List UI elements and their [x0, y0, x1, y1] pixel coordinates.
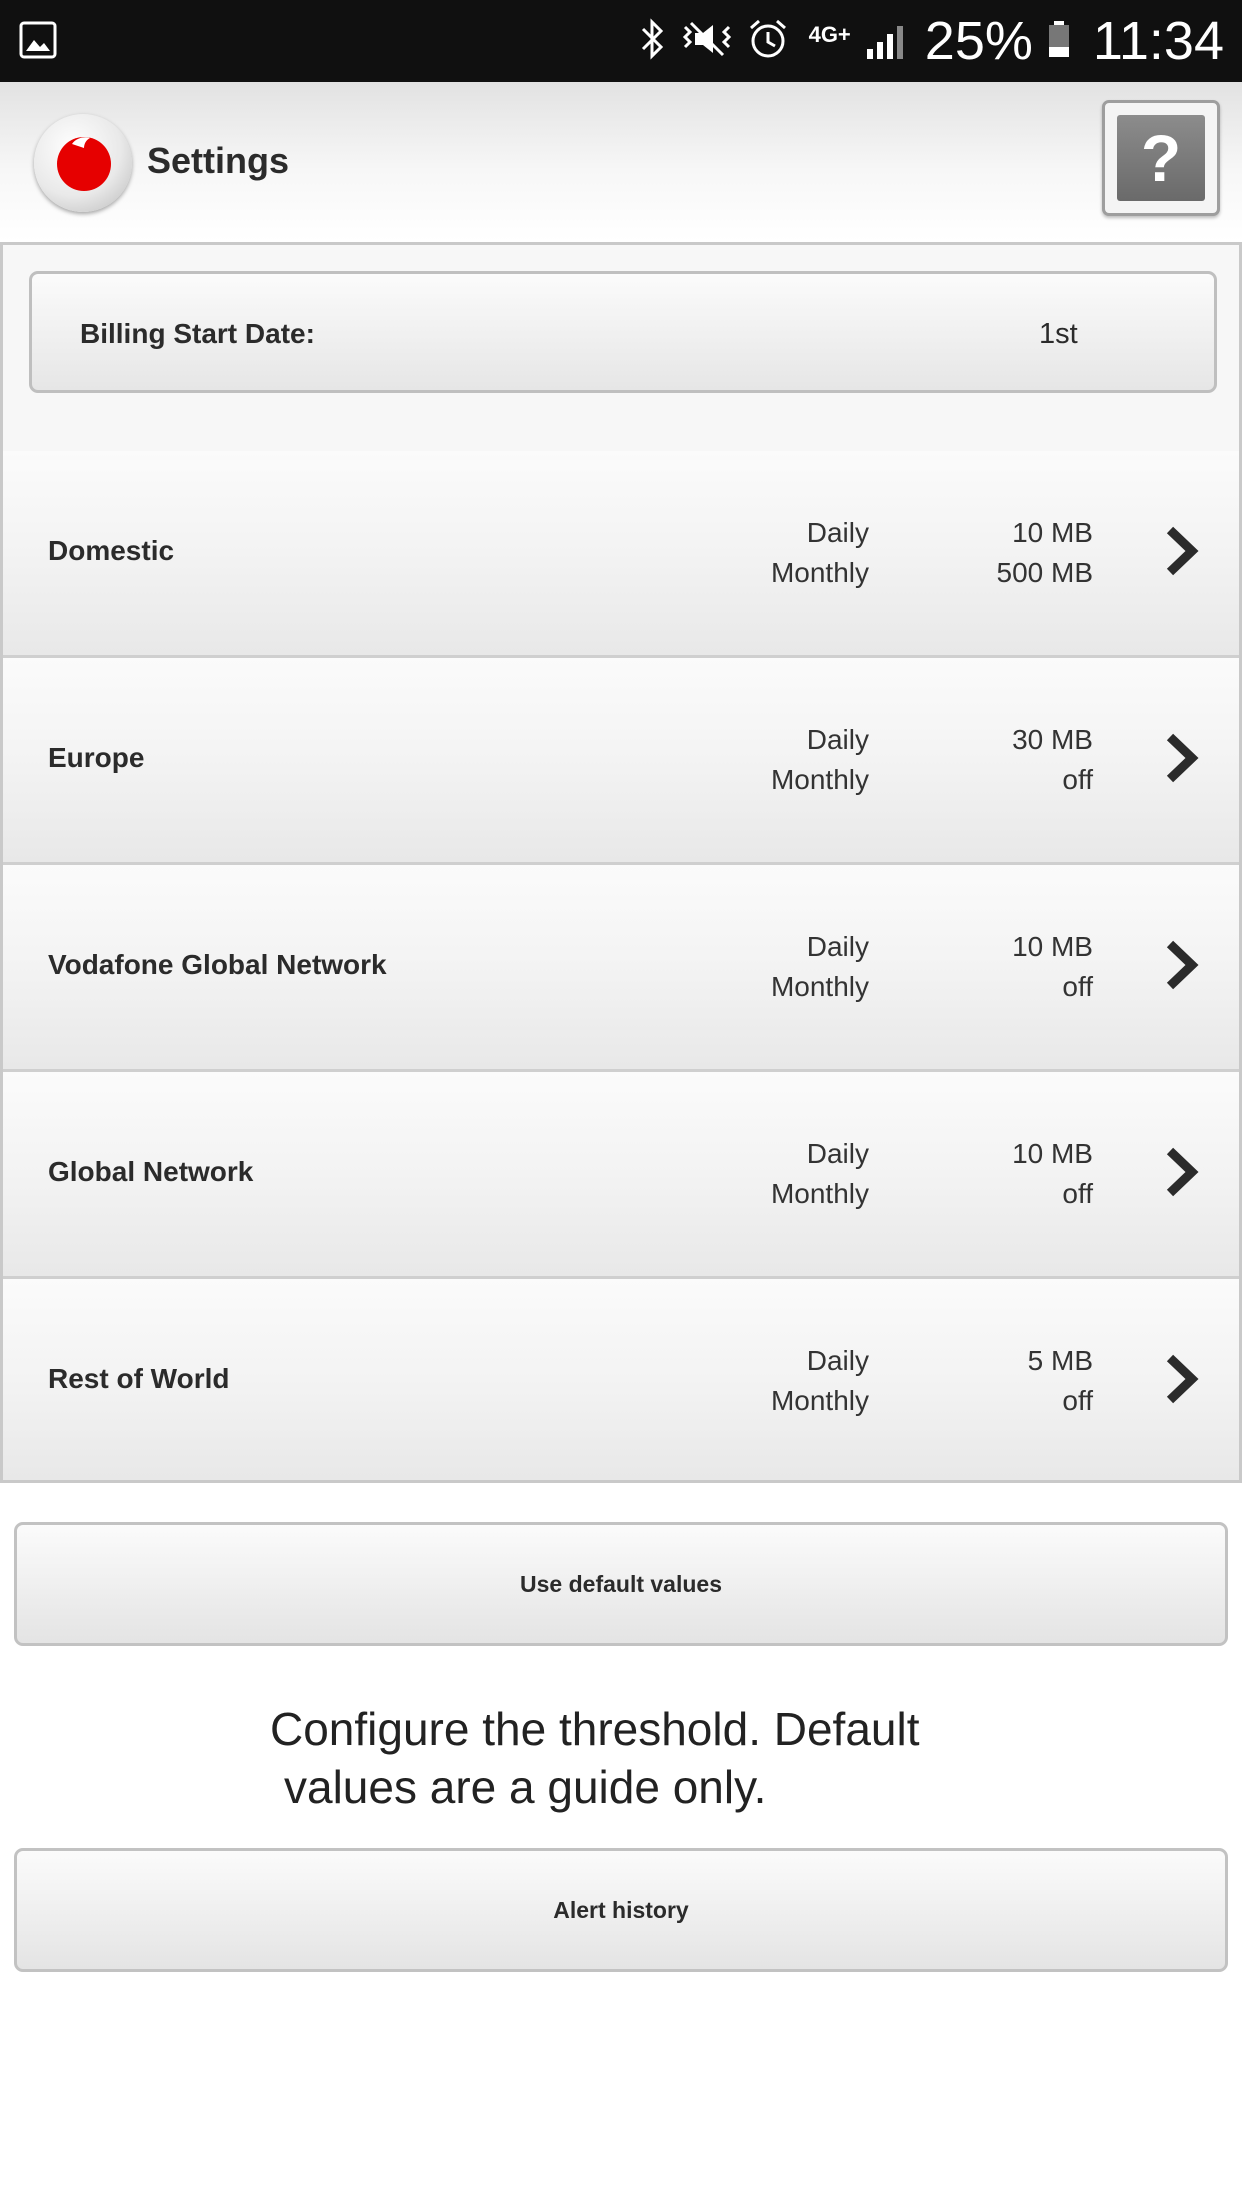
daily-label: Daily: [806, 1345, 869, 1376]
monthly-limit: off: [1062, 1385, 1093, 1416]
alert-history-button[interactable]: Alert history: [14, 1848, 1228, 1972]
daily-label: Daily: [806, 1138, 869, 1169]
zone-row-rest-of-world[interactable]: Rest of World Daily Monthly 5 MB off: [3, 1279, 1239, 1480]
daily-limit: 10 MB: [1012, 517, 1093, 548]
help-icon: ?: [1117, 115, 1205, 201]
page-title: Settings: [147, 140, 290, 181]
chevron-right-icon: [1163, 1353, 1199, 1410]
daily-label: Daily: [806, 517, 869, 548]
zone-row-global-network[interactable]: Global Network Daily Monthly 10 MB off: [3, 1072, 1239, 1279]
zone-row-vodafone-global-network[interactable]: Vodafone Global Network Daily Monthly 10…: [3, 865, 1239, 1072]
monthly-label: Monthly: [770, 557, 869, 588]
battery-icon: [1047, 17, 1071, 66]
battery-percent: 25%: [924, 11, 1033, 71]
zone-name: Global Network: [48, 1156, 254, 1187]
info-line-2: values are a guide only.: [284, 1761, 767, 1813]
billing-section: Billing Start Date: 1st: [3, 245, 1239, 454]
daily-limit: 30 MB: [1012, 724, 1093, 755]
billing-start-date-label: Billing Start Date:: [80, 318, 315, 349]
vodafone-logo: [34, 114, 132, 212]
threshold-info-text: Configure the threshold. Default values …: [270, 1700, 990, 1816]
clock: 11:34: [1092, 11, 1224, 71]
app-header: Settings ?: [0, 82, 1242, 242]
daily-label: Daily: [806, 724, 869, 755]
zone-name: Rest of World: [48, 1363, 230, 1394]
vibrate-mute-icon: [681, 17, 733, 66]
gallery-icon: [18, 20, 58, 65]
help-button[interactable]: ?: [1102, 100, 1220, 216]
billing-start-date-button[interactable]: Billing Start Date: 1st: [29, 271, 1217, 393]
billing-start-date-value: 1st: [1039, 318, 1078, 350]
chevron-right-icon: [1163, 525, 1199, 582]
monthly-limit: 500 MB: [996, 557, 1094, 588]
status-bar: 4G+ 25% 11:34: [0, 0, 1242, 82]
monthly-label: Monthly: [770, 1385, 869, 1416]
use-default-values-button[interactable]: Use default values: [14, 1522, 1228, 1646]
status-icons: 4G+ 25% 11:34: [623, 0, 1224, 82]
daily-label: Daily: [806, 931, 869, 962]
daily-limit: 5 MB: [1027, 1345, 1093, 1376]
info-line-1: Configure the threshold. Default: [270, 1703, 920, 1755]
zone-name: Domestic: [48, 535, 175, 566]
zone-name: Vodafone Global Network: [48, 949, 387, 980]
monthly-label: Monthly: [770, 971, 869, 1002]
monthly-limit: off: [1062, 1178, 1093, 1209]
chevron-right-icon: [1163, 732, 1199, 789]
monthly-limit: off: [1062, 971, 1093, 1002]
monthly-label: Monthly: [770, 1178, 869, 1209]
monthly-label: Monthly: [770, 764, 869, 795]
network-type: 4G+: [808, 22, 851, 47]
chevron-right-icon: [1163, 1146, 1199, 1203]
settings-panel: Billing Start Date: 1st Domestic Daily M…: [0, 242, 1242, 1483]
zone-name: Europe: [48, 742, 145, 773]
daily-limit: 10 MB: [1012, 931, 1093, 962]
zone-row-europe[interactable]: Europe Daily Monthly 30 MB off: [3, 658, 1239, 865]
bluetooth-icon: [637, 17, 667, 66]
signal-icon: [865, 17, 911, 66]
daily-limit: 10 MB: [1012, 1138, 1093, 1169]
zone-row-domestic[interactable]: Domestic Daily Monthly 10 MB 500 MB: [3, 451, 1239, 658]
alarm-icon: [747, 17, 789, 66]
monthly-limit: off: [1062, 764, 1093, 795]
chevron-right-icon: [1163, 939, 1199, 996]
